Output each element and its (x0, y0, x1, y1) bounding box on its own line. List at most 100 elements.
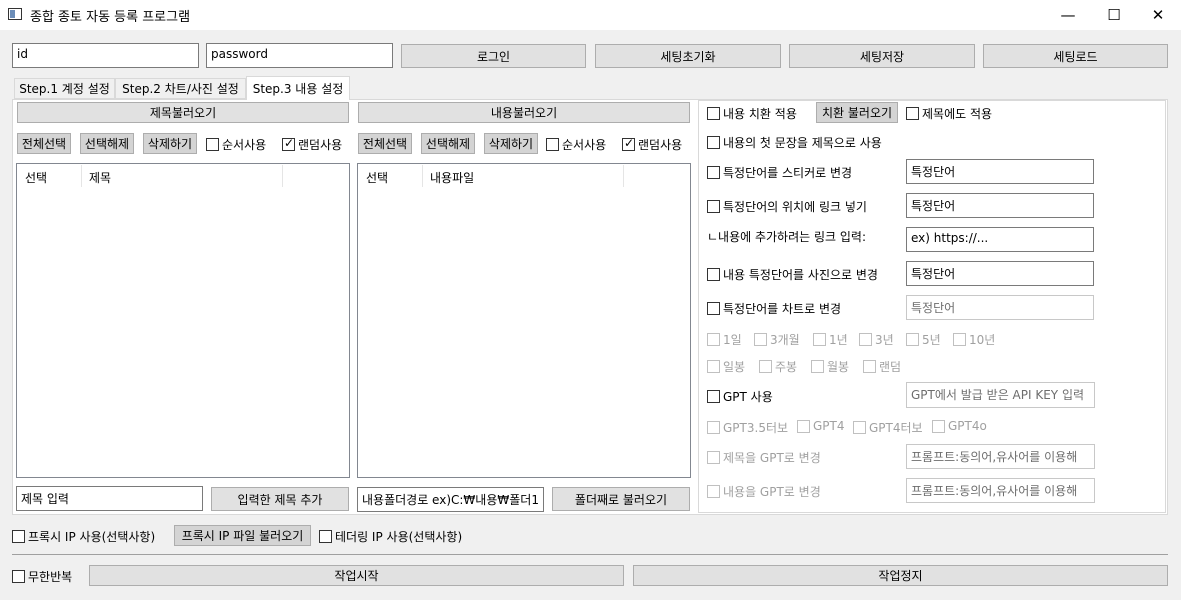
gpt-content-checkbox[interactable]: 내용을 GPT로 변경 (707, 483, 821, 500)
candle-daily-checkbox[interactable]: 일봉 (707, 358, 745, 375)
checkbox-box (206, 138, 219, 151)
column-divider (282, 165, 283, 187)
title-deselect-button[interactable]: 선택해제 (80, 133, 134, 154)
checkbox-label: 3년 (875, 333, 894, 347)
gpt-model-35turbo-checkbox[interactable]: GPT3.5터보 (707, 419, 788, 436)
content-folder-input[interactable]: 내용폴더경로 ex)C:₩내용₩폴더1 (357, 487, 544, 512)
gpt-model-4o-checkbox[interactable]: GPT4o (932, 419, 987, 433)
replace-checkbox[interactable]: 내용 치환 적용 (707, 105, 797, 122)
checkbox-label: 특정단어의 위치에 링크 넣기 (723, 200, 867, 214)
content-delete-button[interactable]: 삭제하기 (484, 133, 538, 154)
title-list[interactable]: 선택 제목 (16, 163, 350, 478)
checkbox-label: 특정단어를 차트로 변경 (723, 302, 842, 316)
column-header-file[interactable]: 내용파일 (430, 169, 474, 186)
period-10y-checkbox[interactable]: 10년 (953, 331, 995, 348)
title-load-button[interactable]: 제목불러오기 (17, 102, 349, 123)
tab-step3[interactable]: Step.3 내용 설정 (246, 76, 350, 100)
id-input[interactable]: id (12, 43, 199, 68)
content-deselect-button[interactable]: 선택해제 (421, 133, 475, 154)
settings-reset-button[interactable]: 세팅초기화 (595, 44, 781, 68)
maximize-button[interactable]: ☐ (1091, 0, 1137, 30)
sticker-word-input[interactable]: 특정단어 (906, 159, 1094, 184)
infinite-loop-checkbox[interactable]: 무한반복 (12, 568, 72, 585)
chart-word-input[interactable]: 특정단어 (906, 295, 1094, 320)
checkbox-label: 테더링 IP 사용(선택사항) (335, 530, 463, 544)
period-5y-checkbox[interactable]: 5년 (906, 331, 941, 348)
checkbox-label: GPT4터보 (869, 421, 923, 435)
checkbox-box (859, 333, 872, 346)
content-load-button[interactable]: 내용불러오기 (358, 102, 690, 123)
gpt-content-prompt-input[interactable]: 프롬프트:동의어,유사어를 이용해 (906, 478, 1095, 503)
first-sentence-checkbox[interactable]: 내용의 첫 문장을 제목으로 사용 (707, 134, 882, 151)
title-random-checkbox[interactable]: 랜덤사용 (282, 136, 342, 153)
column-header-select[interactable]: 선택 (366, 169, 388, 186)
checkbox-box (707, 333, 720, 346)
load-folder-button[interactable]: 폴더째로 불러오기 (552, 487, 690, 511)
gpt-title-checkbox[interactable]: 제목을 GPT로 변경 (707, 449, 821, 466)
period-3m-checkbox[interactable]: 3개월 (754, 331, 800, 348)
link-url-input[interactable]: ex) https://... (906, 227, 1094, 252)
chart-checkbox[interactable]: 특정단어를 차트로 변경 (707, 300, 841, 317)
checkbox-label: 1일 (723, 333, 742, 347)
checkbox-label: 1년 (829, 333, 848, 347)
link-word-input[interactable]: 특정단어 (906, 193, 1094, 218)
checkbox-label: 내용을 GPT로 변경 (723, 485, 821, 499)
checkbox-box (953, 333, 966, 346)
link-checkbox[interactable]: 특정단어의 위치에 링크 넣기 (707, 198, 867, 215)
password-input[interactable]: password (206, 43, 393, 68)
content-random-checkbox[interactable]: 랜덤사용 (622, 136, 682, 153)
checkbox-label: GPT4o (948, 419, 987, 433)
sticker-checkbox[interactable]: 특정단어를 스티커로 변경 (707, 164, 852, 181)
apply-title-checkbox[interactable]: 제목에도 적용 (906, 105, 992, 122)
gpt-model-4turbo-checkbox[interactable]: GPT4터보 (853, 419, 923, 436)
column-header-title[interactable]: 제목 (89, 169, 111, 186)
title-input[interactable]: 제목 입력 (16, 486, 203, 511)
content-list[interactable]: 선택 내용파일 (357, 163, 691, 478)
gpt-use-checkbox[interactable]: GPT 사용 (707, 388, 773, 405)
settings-load-button[interactable]: 세팅로드 (983, 44, 1168, 68)
checkbox-box (622, 136, 635, 151)
checkbox-box (707, 421, 720, 434)
replace-load-button[interactable]: 치환 불러오기 (816, 102, 898, 123)
tab-step2[interactable]: Step.2 차트/사진 설정 (115, 78, 246, 99)
checkbox-label: 제목을 GPT로 변경 (723, 451, 821, 465)
settings-save-button[interactable]: 세팅저장 (789, 44, 975, 68)
checkbox-label: 일봉 (723, 360, 746, 374)
checkbox-box (707, 360, 720, 373)
tethering-checkbox[interactable]: 테더링 IP 사용(선택사항) (319, 528, 462, 545)
title-delete-button[interactable]: 삭제하기 (143, 133, 197, 154)
content-select-all-button[interactable]: 전체선택 (358, 133, 412, 154)
candle-monthly-checkbox[interactable]: 월봉 (811, 358, 849, 375)
title-select-all-button[interactable]: 전체선택 (17, 133, 71, 154)
period-1y-checkbox[interactable]: 1년 (813, 331, 848, 348)
column-header-select[interactable]: 선택 (25, 169, 47, 186)
minimize-button[interactable]: — (1045, 0, 1091, 30)
candle-weekly-checkbox[interactable]: 주봉 (759, 358, 797, 375)
start-button[interactable]: 작업시작 (89, 565, 624, 586)
proxy-load-button[interactable]: 프록시 IP 파일 불러오기 (174, 525, 311, 546)
checkbox-box (754, 333, 767, 346)
gpt-model-4-checkbox[interactable]: GPT4 (797, 419, 845, 433)
checkbox-box (813, 333, 826, 346)
checkbox-label: 3개월 (770, 333, 800, 347)
gpt-api-key-input[interactable]: GPT에서 발급 받은 API KEY 입력 (906, 382, 1095, 408)
candle-random-checkbox[interactable]: 랜덤 (863, 358, 901, 375)
photo-checkbox[interactable]: 내용 특정단어를 사진으로 변경 (707, 266, 878, 283)
gpt-title-prompt-input[interactable]: 프롬프트:동의어,유사어를 이용해 (906, 444, 1095, 469)
photo-word-input[interactable]: 특정단어 (906, 261, 1094, 286)
stop-button[interactable]: 작업정지 (633, 565, 1168, 586)
proxy-checkbox[interactable]: 프록시 IP 사용(선택사항) (12, 528, 155, 545)
period-1d-checkbox[interactable]: 1일 (707, 331, 742, 348)
content-sequential-checkbox[interactable]: 순서사용 (546, 136, 606, 153)
tab-step1[interactable]: Step.1 계정 설정 (14, 78, 115, 99)
add-title-button[interactable]: 입력한 제목 추가 (211, 487, 349, 511)
title-sequential-checkbox[interactable]: 순서사용 (206, 136, 266, 153)
app-icon (8, 8, 22, 20)
close-button[interactable]: ✕ (1135, 0, 1181, 30)
checkbox-label: 무한반복 (28, 570, 73, 584)
checkbox-box (12, 530, 25, 543)
login-button[interactable]: 로그인 (401, 44, 586, 68)
checkbox-label: GPT3.5터보 (723, 421, 789, 435)
period-3y-checkbox[interactable]: 3년 (859, 331, 894, 348)
checkbox-box (811, 360, 824, 373)
